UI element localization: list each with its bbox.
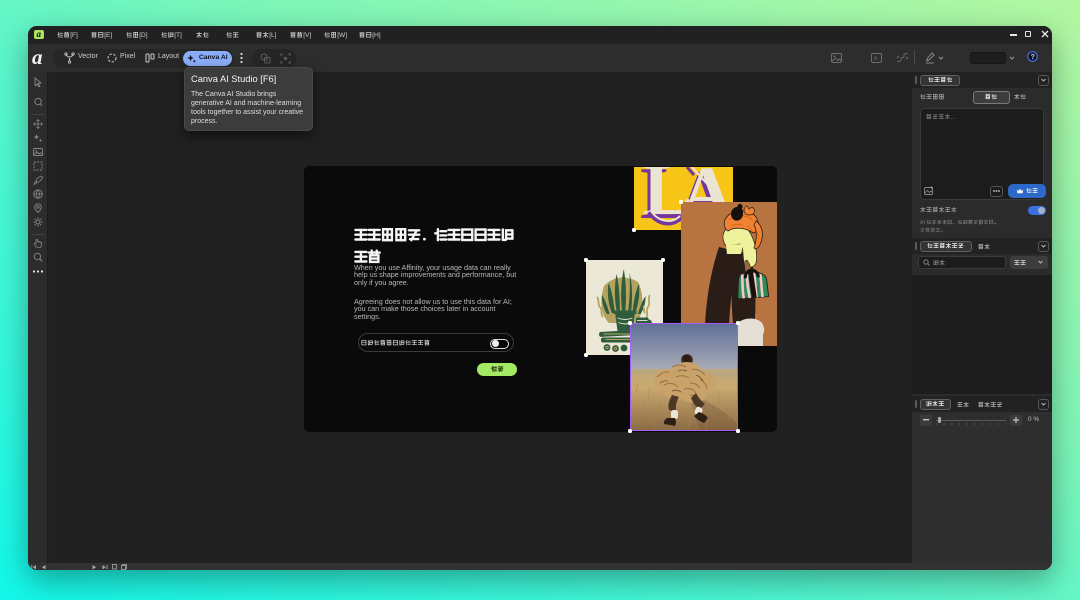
svg-text:A: A [266,58,269,63]
svg-text:[F]: [F] [70,32,78,39]
svg-text:[E]: [E] [104,32,112,39]
svg-text:...: ... [951,114,956,121]
svg-text:[L]: [L] [269,32,276,39]
svg-text:[W]: [W] [337,32,347,39]
svg-text:AI: AI [920,219,925,225]
svg-text:[T]: [T] [174,32,182,39]
svg-text:[V]: [V] [303,32,311,39]
svg-text:[D]: [D] [139,32,148,39]
svg-text:[H]: [H] [372,32,381,39]
svg-text:?: ? [1031,54,1035,61]
svg-text:A: A [874,56,878,62]
